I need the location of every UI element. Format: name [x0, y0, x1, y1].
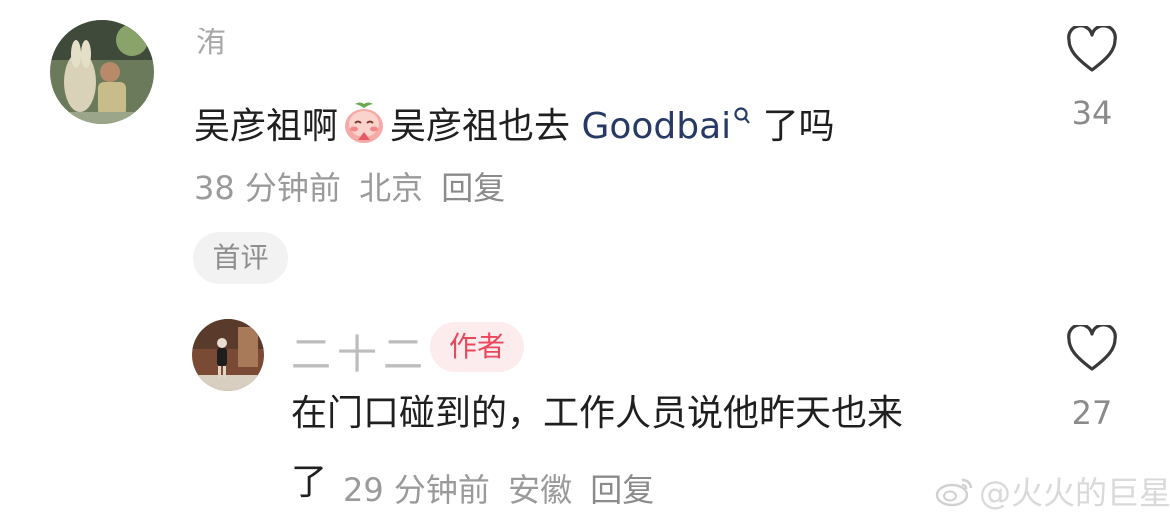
- reply-username[interactable]: 二十二: [291, 322, 429, 380]
- watermark-text: @火火的巨星: [979, 474, 1170, 512]
- peach-blessing-emoji: [338, 100, 390, 144]
- reply-button[interactable]: 回复: [441, 169, 505, 207]
- heart-icon: [1067, 26, 1117, 72]
- reply-time: 29 分钟前: [343, 471, 490, 509]
- comment-text-part: 吴彦祖啊: [194, 106, 339, 147]
- like-button[interactable]: [1066, 26, 1118, 74]
- author-badge: 作者: [430, 322, 524, 372]
- heart-icon: [1067, 325, 1117, 371]
- search-icon: [733, 95, 751, 135]
- replier-avatar[interactable]: [192, 319, 264, 391]
- comment-text-part: 了吗: [751, 106, 835, 147]
- comment-location: 北京: [359, 169, 424, 207]
- link-label[interactable]: Goodbai: [581, 106, 731, 147]
- watermark: @火火的巨星: [935, 468, 1170, 514]
- reply-location: 安徽: [508, 471, 573, 509]
- commenter-username[interactable]: 洧: [196, 28, 226, 68]
- reply-meta: 29 分钟前 安徽 回复: [343, 465, 654, 511]
- comment-meta: 38 分钟前 北京 回复: [194, 163, 505, 209]
- goodbai-link[interactable]: Goodbai: [581, 106, 751, 147]
- like-button[interactable]: [1066, 325, 1118, 373]
- like-count: 27: [1071, 394, 1113, 432]
- first-comment-badge: 首评: [193, 232, 288, 284]
- comment-text: 吴彦祖啊 吴彦祖也去 Goodbai 了吗: [194, 95, 835, 147]
- weibo-icon: [935, 474, 975, 508]
- comment-time: 38 分钟前: [194, 169, 341, 207]
- reply-text-line1: 在门口碰到的，工作人员说他昨天也来: [291, 393, 904, 434]
- reply-button[interactable]: 回复: [590, 471, 654, 509]
- like-count: 34: [1071, 94, 1113, 132]
- reply-text-line2: 了: [291, 462, 328, 503]
- commenter-avatar[interactable]: [50, 20, 154, 124]
- comment-text-part: 吴彦祖也去: [390, 106, 582, 147]
